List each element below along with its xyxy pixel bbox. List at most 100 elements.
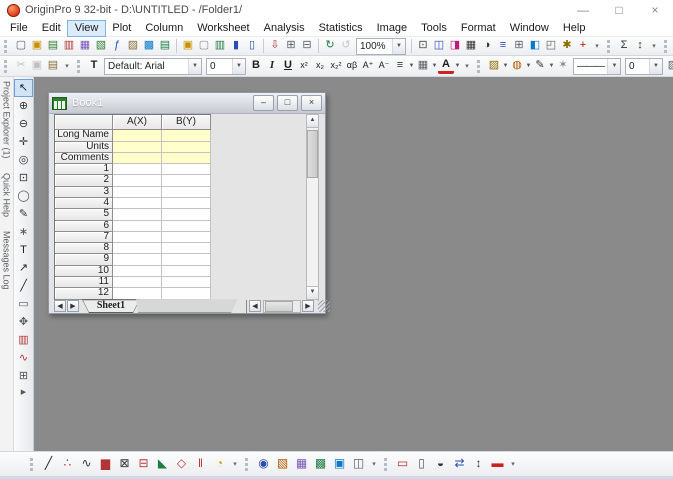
worksheet-cell[interactable]	[113, 141, 162, 153]
minimize-button[interactable]: —	[565, 0, 601, 21]
row-header-3[interactable]: 3	[55, 186, 113, 198]
new-function-button[interactable]: ƒ	[109, 38, 125, 54]
worksheet-cell[interactable]	[162, 152, 211, 165]
worksheet-cell[interactable]	[162, 231, 211, 244]
close-button[interactable]: ×	[637, 0, 673, 21]
data-selector-button[interactable]: ⊡	[15, 170, 32, 186]
command-window-button[interactable]: ◑	[479, 38, 495, 54]
row-header-6[interactable]: 6	[55, 220, 113, 232]
new-matrix-button[interactable]: ▦	[77, 38, 93, 54]
pie-chart-button[interactable]: ◔	[210, 455, 229, 473]
vertical-scrollbar[interactable]: ▲ ▼	[306, 114, 319, 301]
font-name-combo[interactable]: Default: Arial ▼	[104, 57, 202, 75]
row-header-2[interactable]: 2	[55, 175, 113, 187]
worksheet-cell[interactable]	[113, 254, 162, 266]
row-header-7[interactable]: 7	[55, 231, 113, 244]
menu-item-view[interactable]: View	[67, 21, 106, 37]
mask-range-button[interactable]: ▭	[393, 455, 412, 473]
dock-tab-messages-log[interactable]: Messages Log	[2, 231, 12, 290]
save-project-button[interactable]: ▮	[228, 38, 244, 54]
menu-item-analysis[interactable]: Analysis	[257, 21, 312, 36]
toolbar-drag-handle[interactable]	[30, 457, 36, 471]
recalculate-button[interactable]: ↻	[322, 38, 338, 54]
toolbar-drag-handle[interactable]	[4, 39, 10, 53]
menu-item-column[interactable]: Column	[138, 21, 190, 36]
toolbar-drag-handle[interactable]	[384, 457, 390, 471]
font-type-button[interactable]: T	[86, 58, 102, 74]
sheet-tab-scroll-left-button[interactable]: ◀	[54, 300, 66, 313]
toolbar-overflow-button[interactable]: ▾	[369, 460, 379, 468]
worksheet-cell[interactable]	[162, 277, 211, 289]
import-ascii-button[interactable]: ⊞	[283, 38, 299, 54]
menu-item-plot[interactable]: Plot	[105, 21, 138, 36]
row-header-comments[interactable]: Comments	[55, 152, 113, 165]
mask-toggle-button[interactable]: ◒	[431, 455, 450, 473]
row-header-1[interactable]: 1	[55, 164, 113, 176]
import-wizard-button[interactable]: ⇩	[267, 38, 283, 54]
polar-chart-button[interactable]: ◇	[172, 455, 191, 473]
graph-template-button[interactable]: ⊠	[115, 455, 134, 473]
worksheet-cell[interactable]	[113, 277, 162, 289]
new-table-button[interactable]: ▧	[93, 38, 109, 54]
arrow-tool-button[interactable]: ↗	[15, 260, 32, 276]
menu-item-format[interactable]: Format	[454, 21, 503, 36]
bold-button[interactable]: B	[248, 58, 264, 74]
sort-button[interactable]: ↕	[632, 38, 648, 54]
row-header-8[interactable]: 8	[55, 243, 113, 255]
worksheet-cell[interactable]	[162, 209, 211, 221]
toolbar-drag-handle[interactable]	[77, 59, 83, 73]
image-plot-button[interactable]: ▣	[330, 455, 349, 473]
zoom-out-button[interactable]: ⊖	[15, 116, 32, 132]
book-close-button[interactable]: ×	[301, 95, 322, 112]
menu-item-window[interactable]: Window	[503, 21, 556, 36]
sub-superscript-button[interactable]: x₂²	[328, 58, 344, 74]
project-explorer-button[interactable]: ◫	[431, 38, 447, 54]
worksheet-cell[interactable]	[113, 288, 162, 300]
text-tool-button[interactable]: T	[15, 242, 32, 258]
script-window-button[interactable]: ▦	[463, 38, 479, 54]
multi-panel-button[interactable]: ◫	[349, 455, 368, 473]
stock-chart-button[interactable]: ‖	[191, 455, 210, 473]
worksheet-cell[interactable]	[162, 288, 211, 300]
image-browser-button[interactable]: ◧	[527, 38, 543, 54]
draw-tool-button[interactable]: ✎	[15, 206, 32, 222]
column-header-a-x[interactable]: A(X)	[113, 115, 162, 131]
book-title-bar[interactable]: Book1 – □ ×	[49, 93, 325, 115]
symbol-color-button[interactable]: ◍ ▼	[509, 58, 532, 74]
zoom-level-combo[interactable]: 100% ▼	[356, 37, 406, 55]
surface-3d-button[interactable]: ◉	[254, 455, 273, 473]
hscroll-track[interactable]	[263, 299, 301, 313]
worksheet-cell[interactable]	[162, 265, 211, 278]
row-header-units[interactable]: Units	[55, 141, 113, 153]
save-template-button[interactable]: ▯	[244, 38, 260, 54]
pointer-button[interactable]: ↖	[15, 80, 32, 97]
screen-reader-button[interactable]: ✛	[15, 134, 32, 150]
move-data-points-button[interactable]: ⇄	[450, 455, 469, 473]
resize-grip[interactable]	[318, 300, 330, 313]
sheet-tab-sheet1[interactable]: Sheet1	[82, 299, 140, 313]
toolbar-drag-handle[interactable]	[245, 457, 251, 471]
row-header-12[interactable]: 12	[55, 288, 113, 300]
menu-item-edit[interactable]: Edit	[35, 21, 68, 36]
menu-item-file[interactable]: File	[3, 21, 35, 36]
mask-color-button[interactable]: ▬	[488, 455, 507, 473]
worksheet-cell[interactable]	[113, 198, 162, 210]
worksheet-cell[interactable]	[162, 254, 211, 266]
toolbar-drag-handle[interactable]	[607, 39, 613, 53]
new-notes-button[interactable]: ▨	[125, 38, 141, 54]
vscroll-track[interactable]	[307, 128, 318, 286]
toolbar-drag-handle[interactable]	[477, 59, 483, 73]
worksheet-cell[interactable]	[113, 265, 162, 278]
worksheet-cell[interactable]	[162, 198, 211, 210]
fill-color-button[interactable]: ▨ ▼	[486, 58, 509, 74]
new-folder-button[interactable]: ▣	[29, 38, 45, 54]
new-workbook-button[interactable]: ▤	[45, 38, 61, 54]
line-width-combo[interactable]: 0 ▼	[625, 57, 663, 75]
row-header-10[interactable]: 10	[55, 265, 113, 278]
scroll-down-button[interactable]: ▼	[307, 286, 318, 300]
font-color-button[interactable]: A ▼	[438, 58, 461, 75]
font-size-combo[interactable]: 0 ▼	[206, 57, 246, 75]
open-template-button[interactable]: ▢	[196, 38, 212, 54]
toolbar-overflow-button[interactable]: ▾	[592, 42, 602, 50]
scroll-up-button[interactable]: ▲	[307, 115, 318, 129]
